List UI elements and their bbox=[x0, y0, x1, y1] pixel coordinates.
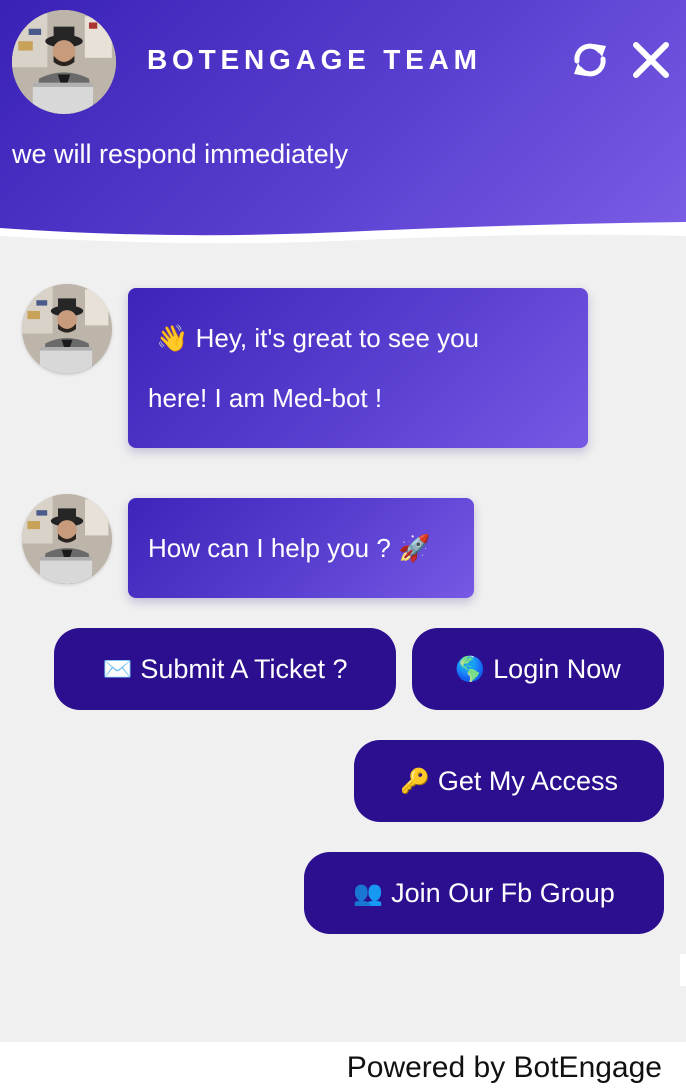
close-icon[interactable] bbox=[629, 38, 673, 82]
waving-hand-icon: 👋 bbox=[156, 323, 189, 353]
bot-message-bubble: 👋 Hey, it's great to see you here! I am … bbox=[128, 288, 588, 448]
scroll-edge-marker bbox=[680, 954, 686, 986]
join-fb-group-button[interactable]: 👥 Join Our Fb Group bbox=[304, 852, 664, 934]
button-label: Login Now bbox=[493, 653, 621, 684]
message-text: here! I am Med-bot ! bbox=[148, 383, 383, 413]
chat-header: BOTENGAGE TEAM we will respond immediate… bbox=[0, 0, 686, 250]
key-icon: 🔑 bbox=[400, 767, 430, 795]
button-label: Get My Access bbox=[437, 765, 618, 796]
globe-icon: 🌎 bbox=[455, 655, 486, 683]
message-text: How can I help you ? bbox=[148, 533, 391, 563]
bot-avatar bbox=[22, 494, 112, 584]
refresh-icon[interactable] bbox=[568, 38, 612, 82]
button-label: Submit A Ticket ? bbox=[140, 653, 348, 684]
envelope-icon: ✉️ bbox=[102, 655, 133, 683]
button-label: Join Our Fb Group bbox=[391, 877, 615, 908]
submit-ticket-button[interactable]: ✉️ Submit A Ticket ? bbox=[54, 628, 396, 710]
message-text: Hey, it's great to see you bbox=[195, 323, 480, 353]
bot-message-bubble: How can I help you ? 🚀 bbox=[128, 498, 474, 598]
bot-avatar bbox=[22, 284, 112, 374]
team-name: BOTENGAGE TEAM bbox=[147, 44, 482, 75]
header-wave-divider bbox=[0, 222, 686, 250]
agent-avatar bbox=[12, 10, 116, 114]
powered-by-link[interactable]: Powered by BotEngage bbox=[347, 1048, 662, 1088]
header-tagline: we will respond immediately bbox=[12, 139, 349, 169]
get-my-access-button[interactable]: 🔑 Get My Access bbox=[354, 740, 664, 822]
message-line: 👋 Hey, it's great to see you bbox=[148, 308, 568, 368]
chat-footer: Powered by BotEngage bbox=[0, 1042, 686, 1090]
chat-widget: BOTENGAGE TEAM we will respond immediate… bbox=[0, 0, 686, 1090]
people-icon: 👥 bbox=[353, 879, 384, 907]
login-now-button[interactable]: 🌎 Login Now bbox=[412, 628, 664, 710]
rocket-icon: 🚀 bbox=[398, 533, 431, 563]
